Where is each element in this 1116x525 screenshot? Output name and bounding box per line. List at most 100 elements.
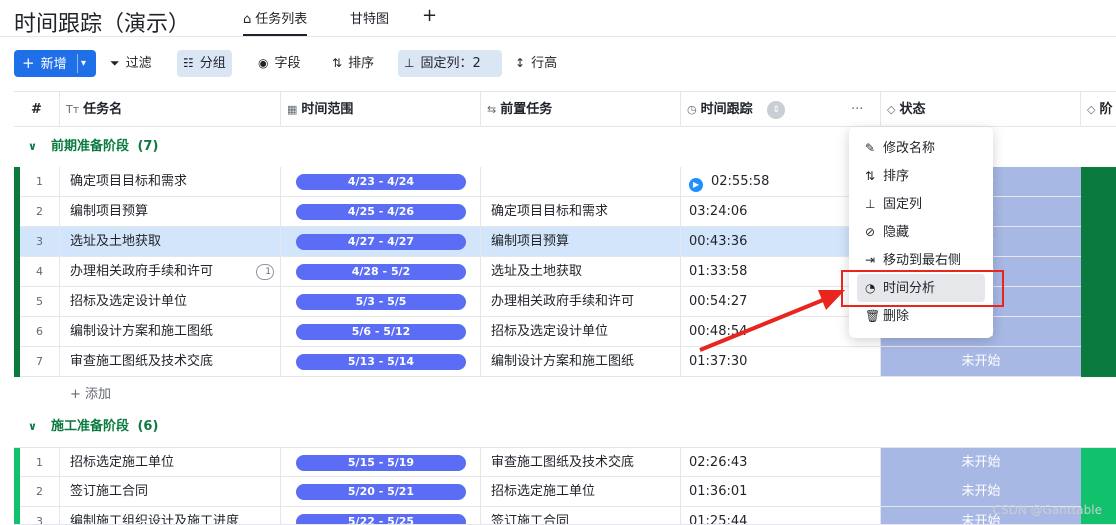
fields-button[interactable]: ◉ 字段: [252, 50, 307, 77]
row-number: 1: [20, 448, 60, 477]
task-name-cell[interactable]: 审查施工图纸及技术交底: [60, 347, 281, 376]
menu-item-hide[interactable]: ⊘ 隐藏: [857, 218, 985, 246]
table-row[interactable]: 1 招标选定施工单位 5/15 - 5/19 审查施工图纸及技术交底 02:26…: [14, 447, 1116, 478]
stage-cell[interactable]: [1081, 317, 1116, 347]
tab-gantt[interactable]: 甘特图: [350, 10, 389, 36]
chevron-down-icon[interactable]: ∨: [28, 127, 37, 167]
stage-cell[interactable]: [1081, 197, 1116, 227]
range-cell[interactable]: 4/23 - 4/24: [281, 167, 481, 196]
prereq-cell[interactable]: 签订施工合同: [481, 507, 681, 524]
stage-cell[interactable]: [1081, 167, 1116, 197]
menu-item-pin[interactable]: ⊥ 固定列: [857, 190, 985, 218]
sort-toggle-icon[interactable]: ⇕: [767, 100, 786, 119]
row-number: 3: [20, 507, 60, 524]
tag-icon: ◇: [887, 103, 896, 116]
link-icon: ⇆: [487, 103, 497, 116]
date-range-pill: 5/15 - 5/19: [296, 455, 466, 471]
row-number: 7: [20, 347, 60, 376]
calendar-icon: ▦: [287, 103, 298, 116]
range-cell[interactable]: 5/3 - 5/5: [281, 287, 481, 316]
chevron-down-icon[interactable]: ▾: [81, 50, 86, 77]
group-header[interactable]: ∨ 前期准备阶段 (7): [14, 127, 158, 167]
col-header-range[interactable]: ▦ 时间范围: [281, 92, 481, 127]
range-cell[interactable]: 4/28 - 5/2: [281, 257, 481, 286]
col-header-name[interactable]: Tт 任务名: [60, 92, 281, 127]
comment-count-badge[interactable]: 1: [256, 264, 274, 280]
stage-cell[interactable]: [1081, 347, 1116, 377]
prereq-cell[interactable]: 选址及土地获取: [481, 257, 681, 286]
row-height-button[interactable]: ↕ 行高: [509, 50, 563, 77]
date-range-pill: 5/22 - 5/25: [296, 514, 466, 524]
clock-icon: ◷: [687, 103, 697, 116]
range-cell[interactable]: 5/15 - 5/19: [281, 448, 481, 477]
task-name-cell[interactable]: 办理相关政府手续和许可: [60, 257, 281, 286]
col-header-status[interactable]: ◇ 状态: [881, 92, 1081, 127]
range-cell[interactable]: 4/25 - 4/26: [281, 197, 481, 226]
table-row[interactable]: 3 编制施工组织设计及施工进度 5/22 - 5/25 签订施工合同 01:25…: [14, 507, 1116, 525]
pin-icon: ⊥: [865, 197, 876, 211]
menu-item-rename[interactable]: ✎ 修改名称: [857, 134, 985, 162]
play-icon[interactable]: ▶: [689, 178, 703, 192]
task-name-cell[interactable]: 确定项目目标和需求: [60, 167, 281, 196]
prereq-cell[interactable]: 招标及选定设计单位: [481, 317, 681, 346]
task-name-cell[interactable]: 编制设计方案和施工图纸: [60, 317, 281, 346]
table-row[interactable]: 2 签订施工合同 5/20 - 5/21 招标选定施工单位 01:36:01 未…: [14, 477, 1116, 507]
tracking-cell[interactable]: 01:37:30: [681, 347, 881, 376]
header-divider: [0, 36, 1116, 37]
group-icon: ☷: [183, 56, 194, 70]
range-cell[interactable]: 5/13 - 5/14: [281, 347, 481, 376]
tab-task-list[interactable]: ⌂ 任务列表: [243, 10, 308, 36]
more-icon[interactable]: ···: [851, 92, 863, 127]
filter-button[interactable]: ⏷ 过滤: [104, 50, 158, 77]
range-cell[interactable]: 5/6 - 5/12: [281, 317, 481, 346]
table-row[interactable]: 7 审查施工图纸及技术交底 5/13 - 5/14 编制设计方案和施工图纸 01…: [14, 347, 1116, 377]
menu-item-sort[interactable]: ⇅ 排序: [857, 162, 985, 190]
prereq-cell[interactable]: [481, 167, 681, 196]
range-cell[interactable]: 5/22 - 5/25: [281, 507, 481, 524]
prereq-cell[interactable]: 编制设计方案和施工图纸: [481, 347, 681, 376]
stage-cell[interactable]: [1081, 227, 1116, 257]
tracking-cell[interactable]: 01:36:01: [681, 477, 881, 506]
range-cell[interactable]: 5/20 - 5/21: [281, 477, 481, 506]
stage-cell[interactable]: [1081, 287, 1116, 317]
task-name-cell[interactable]: 编制施工组织设计及施工进度: [60, 507, 281, 524]
prereq-cell[interactable]: 审查施工图纸及技术交底: [481, 448, 681, 477]
prereq-cell[interactable]: 招标选定施工单位: [481, 477, 681, 506]
range-cell[interactable]: 4/27 - 4/27: [281, 227, 481, 256]
prereq-cell[interactable]: 编制项目预算: [481, 227, 681, 256]
col-header-stage[interactable]: ◇ 阶: [1081, 92, 1116, 127]
status-badge[interactable]: 未开始: [881, 477, 1081, 506]
prereq-cell[interactable]: 办理相关政府手续和许可: [481, 287, 681, 316]
table-header-row: # Tт 任务名 ▦ 时间范围 ⇆ 前置任务 ◷ 时间跟踪 ⇕ ··· ◇ 状态 ◇ 阶: [14, 91, 1116, 127]
task-name-cell[interactable]: 编制项目预算: [60, 197, 281, 226]
status-badge[interactable]: 未开始: [881, 448, 1081, 477]
row-number: 4: [20, 257, 60, 286]
task-name-cell[interactable]: 选址及土地获取: [60, 227, 281, 256]
chevron-down-icon[interactable]: ∨: [28, 407, 37, 447]
sort-icon: ⇅: [332, 56, 343, 70]
task-name-cell[interactable]: 签订施工合同: [60, 477, 281, 506]
col-header-tracking[interactable]: ◷ 时间跟踪 ⇕ ···: [681, 92, 881, 127]
task-name-cell[interactable]: 招标选定施工单位: [60, 448, 281, 477]
add-row-button[interactable]: + 添加: [70, 383, 111, 402]
row-height-icon: ↕: [515, 56, 526, 70]
tracking-cell[interactable]: 02:26:43: [681, 448, 881, 477]
add-tab-button[interactable]: +: [422, 6, 437, 32]
task-name-cell[interactable]: 招标及选定设计单位: [60, 287, 281, 316]
plus-icon: +: [22, 54, 35, 72]
pinned-columns-button[interactable]: ⊥ 固定列：2: [398, 50, 502, 77]
group-header[interactable]: ∨ 施工准备阶段 (6): [14, 407, 158, 447]
tracking-cell[interactable]: 01:25:44: [681, 507, 881, 524]
sort-button[interactable]: ⇅ 排序: [326, 50, 380, 77]
stage-cell[interactable]: [1081, 257, 1116, 287]
row-number: 6: [20, 317, 60, 346]
col-header-prereq[interactable]: ⇆ 前置任务: [481, 92, 681, 127]
prereq-cell[interactable]: 确定项目目标和需求: [481, 197, 681, 226]
date-range-pill: 5/6 - 5/12: [296, 324, 466, 340]
pencil-icon: ✎: [865, 141, 876, 155]
new-button[interactable]: + 新增 ▾: [14, 50, 96, 77]
status-badge[interactable]: 未开始: [881, 347, 1081, 376]
row-number: 3: [20, 227, 60, 256]
group-button[interactable]: ☷ 分组: [177, 50, 232, 77]
stage-cell[interactable]: [1081, 448, 1116, 478]
